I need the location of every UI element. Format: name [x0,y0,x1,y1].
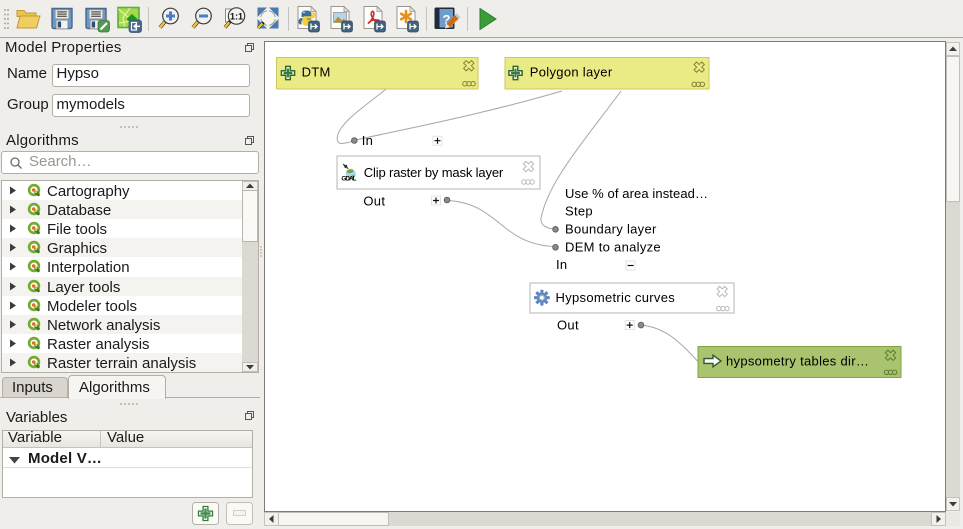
svg-text:In: In [556,257,567,272]
svg-text:Out: Out [363,194,385,209]
svg-text:Clip raster by mask layer: Clip raster by mask layer [364,165,504,180]
svg-text:Use % of area instead…: Use % of area instead… [565,186,708,201]
svg-text:1:1: 1:1 [230,11,243,21]
svg-text:DTM: DTM [302,65,331,80]
svg-text:GDAL: GDAL [341,176,357,183]
svg-text:Hypsometric curves: Hypsometric curves [556,290,676,305]
svg-text:Polygon layer: Polygon layer [530,65,613,80]
svg-text:Boundary layer: Boundary layer [565,222,657,237]
svg-text:hypsometry tables dir…: hypsometry tables dir… [726,353,869,368]
svg-text:Step: Step [565,204,593,219]
svg-text:DEM to analyze: DEM to analyze [565,240,661,255]
svg-text:In: In [362,133,373,148]
svg-text:Out: Out [557,317,579,332]
